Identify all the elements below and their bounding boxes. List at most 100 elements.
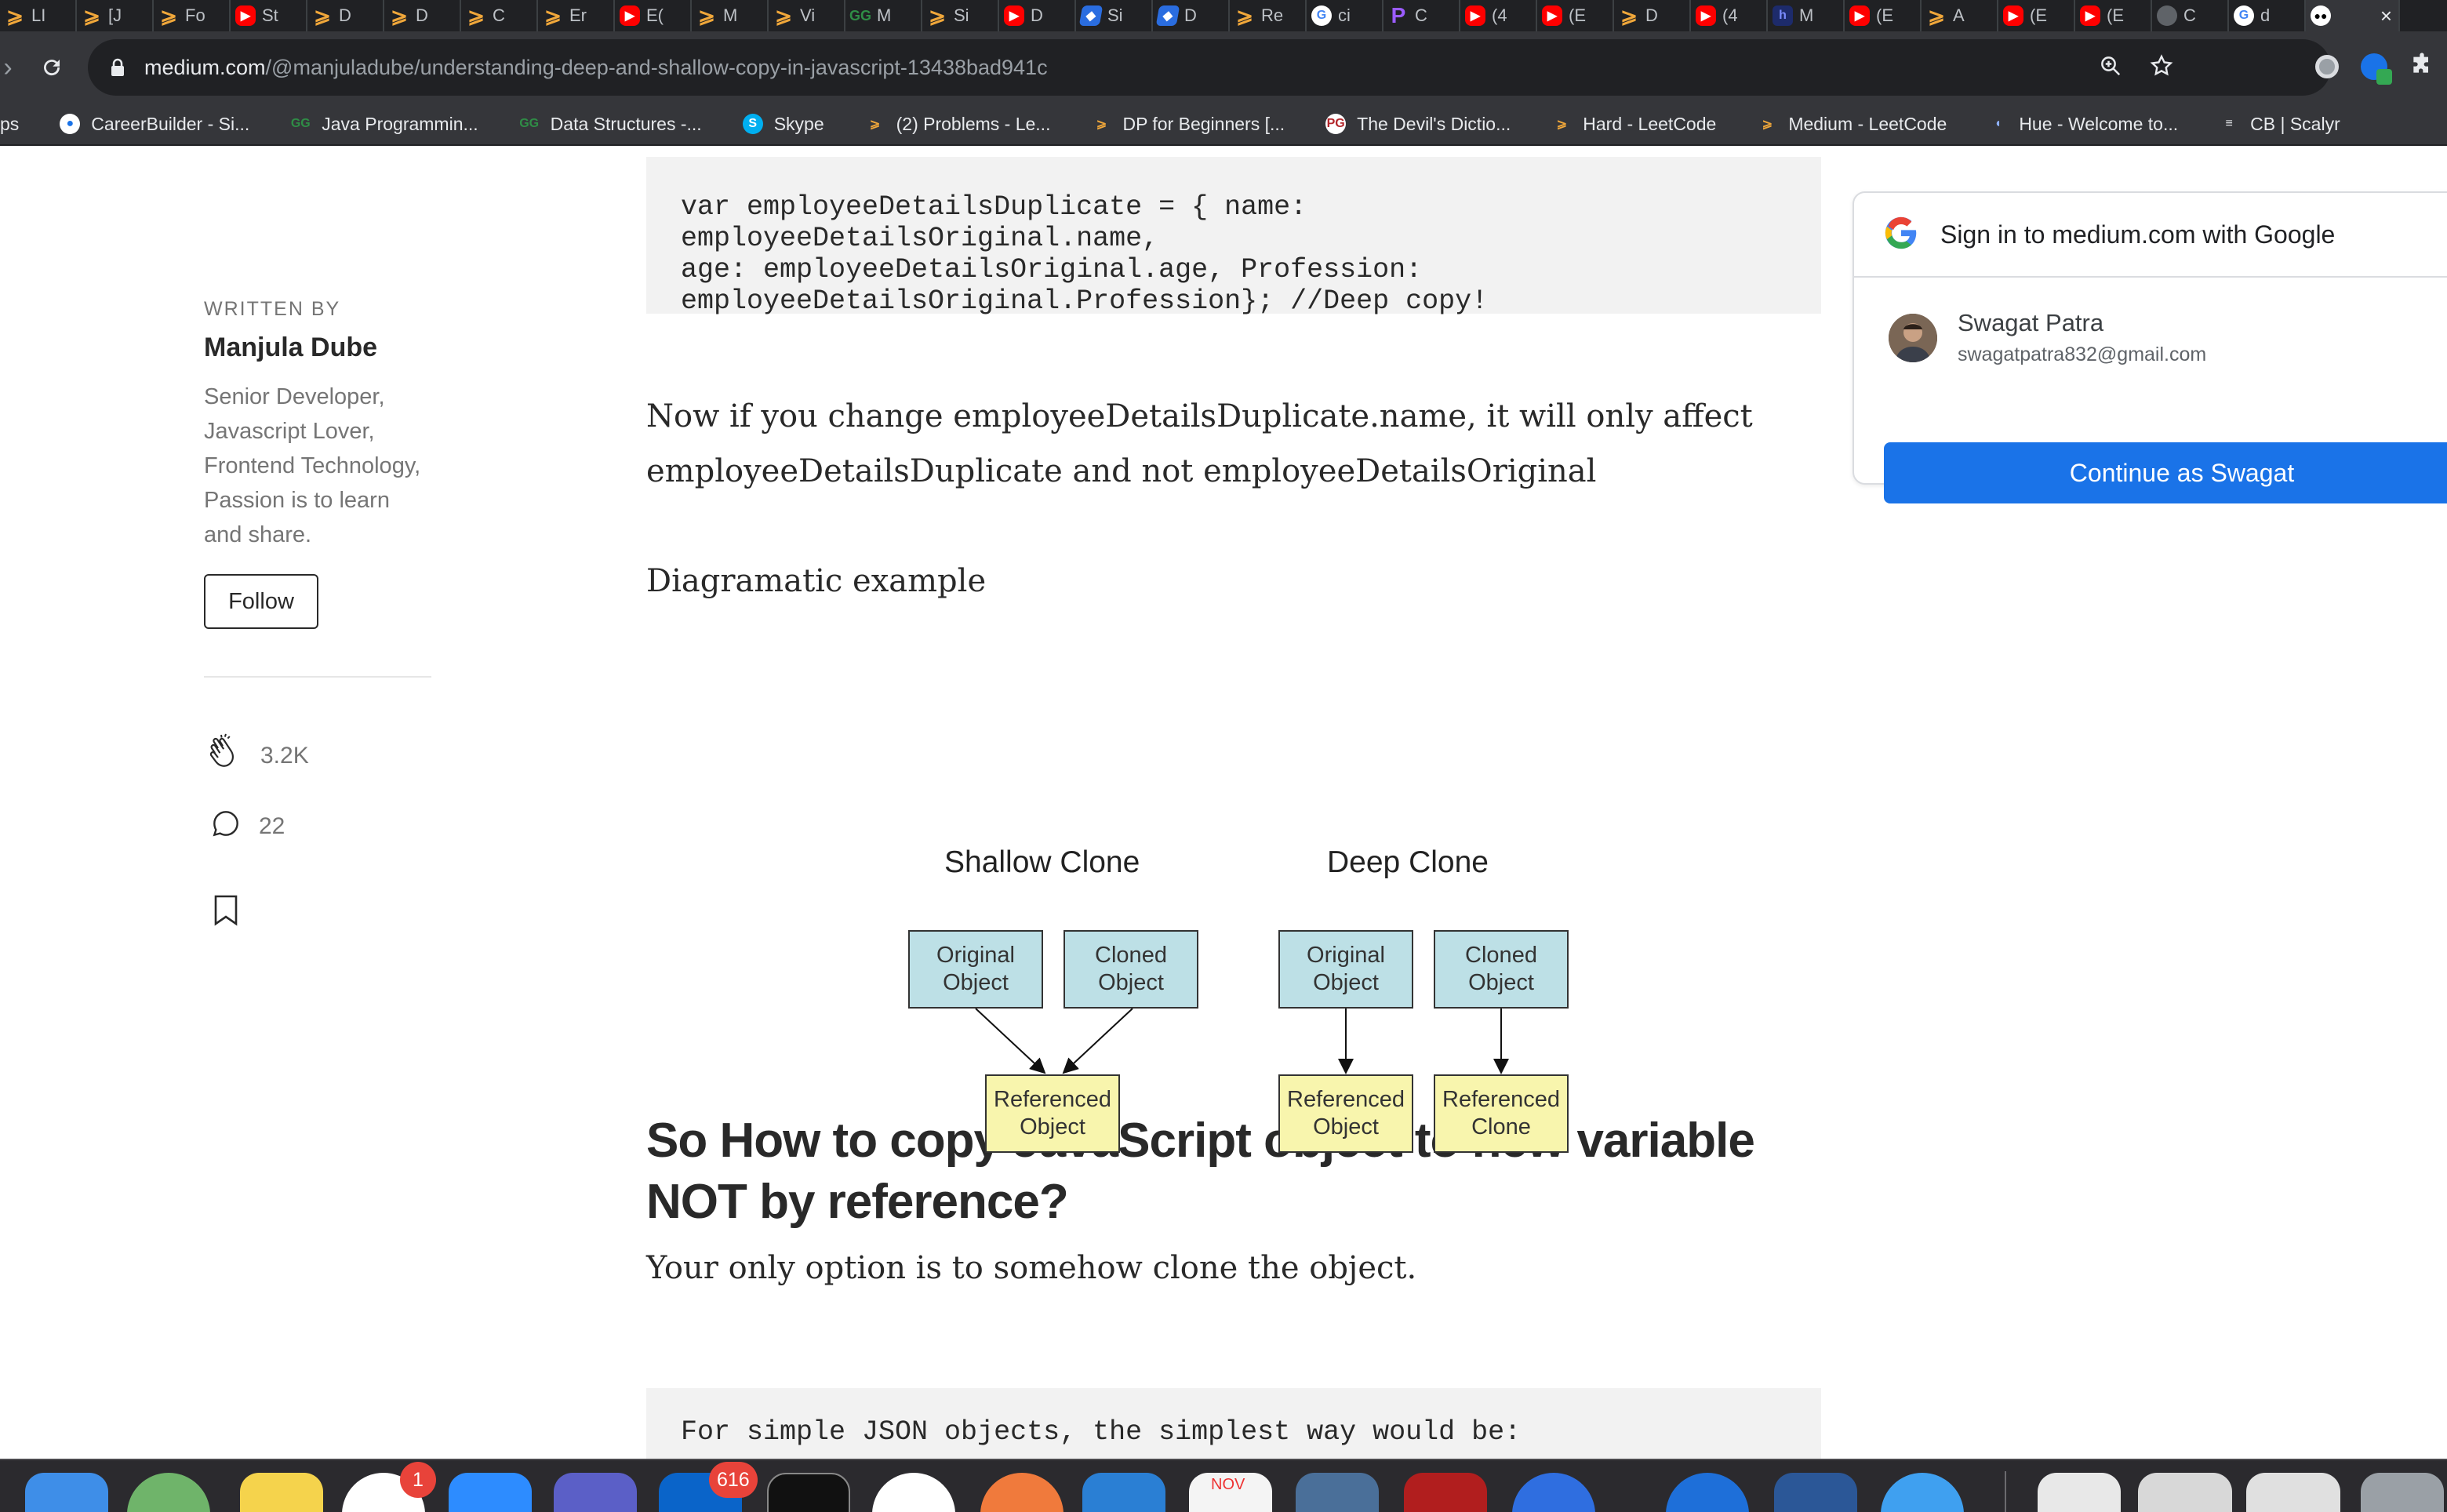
browser-tab[interactable]: ⩾ LI [0, 0, 77, 31]
browser-tab[interactable]: ▶ D [999, 0, 1076, 31]
browser-tab[interactable]: hM [1768, 0, 1845, 31]
browser-tab[interactable]: ⩾ Re [1230, 0, 1307, 31]
mysql-workbench-icon[interactable] [1296, 1473, 1379, 1512]
acrobat-icon[interactable] [1404, 1473, 1487, 1512]
browser-tab[interactable]: ⩾ Vi [769, 0, 845, 31]
bookmark-item[interactable]: ● CareerBuilder - Si... [36, 114, 267, 135]
bookmark-label: Data Structures -... [550, 113, 702, 134]
clap-icon[interactable] [204, 731, 245, 781]
browser-tab[interactable]: ⩾ D [1614, 0, 1691, 31]
vscode-icon[interactable] [1082, 1473, 1165, 1512]
bookmark-label: Java Programmin... [322, 113, 478, 134]
deep-referenced-clone: Referenced Clone [1434, 1074, 1569, 1153]
follow-button[interactable]: Follow [204, 574, 318, 629]
browser-tab[interactable]: ⩾ Er [538, 0, 615, 31]
paragraph-clone-option: Your only option is to somehow clone the… [646, 1250, 1417, 1286]
browser-tab[interactable]: ▶ (E [1998, 0, 2075, 31]
browser-tab[interactable]: PC [1383, 0, 1460, 31]
forward-icon[interactable]: › [0, 45, 30, 89]
document-thumbnail-icon[interactable] [2038, 1473, 2121, 1512]
calendar-icon[interactable]: NOV [1189, 1473, 1272, 1512]
browser-tab[interactable]: ▶ (4 [1460, 0, 1537, 31]
lock-icon[interactable] [102, 52, 133, 83]
system-preferences-icon[interactable] [127, 1473, 210, 1512]
paragraph-diagramatic: Diagramatic example [646, 563, 987, 599]
hue-icon: ◖ [1994, 117, 2002, 130]
notes-icon[interactable] [240, 1473, 323, 1512]
extension-badge-icon[interactable] [2361, 53, 2392, 85]
browser-tab[interactable]: ▶ E( [615, 0, 692, 31]
google-logo-icon [1884, 216, 1918, 254]
teams-icon[interactable] [554, 1473, 637, 1512]
extensions-puzzle-icon[interactable] [2409, 52, 2434, 81]
cisco-webex-icon[interactable] [1512, 1473, 1595, 1512]
bookmark-item[interactable]: PG The Devil's Dictio... [1302, 114, 1528, 135]
browser-tab[interactable]: ⩾ C [461, 0, 538, 31]
browser-tab[interactable]: ⩾ A [1922, 0, 1998, 31]
tab-label: D [1031, 5, 1043, 25]
browser-tab[interactable]: ●● × [2306, 0, 2400, 31]
bookmark-item[interactable]: S Skype [719, 114, 842, 135]
zoom-app-icon[interactable] [449, 1473, 532, 1512]
reload-icon[interactable] [30, 45, 74, 89]
browser-tab[interactable]: Gci [1307, 0, 1383, 31]
browser-tab[interactable]: ▶ (E [1537, 0, 1614, 31]
browser-tab[interactable]: ⩾ M [692, 0, 769, 31]
terminal-icon[interactable] [767, 1473, 850, 1512]
browser-tab[interactable]: ▶ (4 [1691, 0, 1768, 31]
youtube-icon: ▶ [2003, 5, 2023, 26]
bookmark-save[interactable] [213, 894, 238, 933]
zoom-icon[interactable] [2099, 54, 2122, 82]
window-thumbnail-icon[interactable] [2246, 1473, 2340, 1512]
response-stat[interactable]: 22 [209, 806, 285, 847]
bookmark-item[interactable]: ◖ Hue - Welcome to... [1964, 114, 2195, 135]
bookmark-item[interactable]: ⩾ Hard - LeetCode [1528, 114, 1733, 135]
forticlient-icon[interactable] [1666, 1473, 1749, 1512]
extension-circle-icon[interactable] [2315, 54, 2339, 78]
browser-tab[interactable]: ⩾ D [384, 0, 461, 31]
leetcode-icon: ⩾ [1236, 3, 1253, 27]
finder-icon[interactable] [25, 1473, 108, 1512]
browser-tab[interactable]: ▶ St [231, 0, 307, 31]
leetcode-icon: ⩾ [1556, 118, 1567, 131]
browser-tab[interactable]: ◆ Si [1076, 0, 1153, 31]
window-thumbnail-icon[interactable] [2138, 1473, 2232, 1512]
word-icon[interactable] [1774, 1473, 1857, 1512]
browser-tab[interactable]: ⩾ Fo [154, 0, 231, 31]
postman-icon[interactable] [980, 1473, 1064, 1512]
bookmark-icon[interactable] [213, 894, 238, 933]
author-bio: Senior Developer, Javascript Lover, Fron… [204, 384, 421, 547]
bookmark-item[interactable]: ⩾ DP for Beginners [... [1067, 114, 1302, 135]
bookmark-star-icon[interactable] [2149, 53, 2174, 82]
trash-icon[interactable] [2361, 1473, 2444, 1512]
browser-tab[interactable]: Gd [2229, 0, 2306, 31]
clap-stat[interactable]: 3.2K [204, 731, 309, 781]
bookmark-item[interactable]: GG Data Structures -... [496, 114, 719, 135]
account-email[interactable]: swagatpatra832@gmail.com [1958, 343, 2206, 366]
author-name[interactable]: Manjula Dube [204, 333, 377, 363]
browser-tab[interactable]: ⩾ [J [77, 0, 154, 31]
safari-icon[interactable] [1881, 1473, 1964, 1512]
account-name[interactable]: Swagat Patra [1958, 309, 2103, 337]
bookmark-item[interactable]: ⩾ (2) Problems - Le... [842, 114, 1068, 135]
comment-bubble-icon[interactable] [209, 806, 243, 847]
bookmark-item[interactable]: ⩾ Medium - LeetCode [1733, 114, 1964, 135]
bookmark-item[interactable]: ps [0, 114, 36, 135]
address-bar[interactable]: medium.com/@manjuladube/understanding-de… [88, 39, 2331, 96]
browser-tab[interactable]: C [2152, 0, 2229, 31]
bookmark-item[interactable]: GG Java Programmin... [267, 114, 495, 135]
close-tab-icon[interactable]: × [2380, 4, 2392, 28]
purple-icon: P [1391, 3, 1406, 27]
continue-as-button[interactable]: Continue as Swagat [1884, 442, 2447, 503]
browser-tab[interactable]: ▶ (E [2075, 0, 2152, 31]
chrome-icon[interactable] [872, 1473, 955, 1512]
browser-tab[interactable]: ⩾ D [307, 0, 384, 31]
url-text[interactable]: medium.com/@manjuladube/understanding-de… [144, 56, 1048, 80]
tab-label: M [723, 5, 738, 25]
browser-tab[interactable]: ⩾ Si [922, 0, 999, 31]
browser-tab[interactable]: ▶ (E [1845, 0, 1922, 31]
bookmark-label: Hard - LeetCode [1583, 113, 1717, 134]
browser-tab[interactable]: GG M [845, 0, 922, 31]
bookmark-item[interactable]: ≡ CB | Scalyr [2195, 114, 2358, 135]
browser-tab[interactable]: ◆ D [1153, 0, 1230, 31]
